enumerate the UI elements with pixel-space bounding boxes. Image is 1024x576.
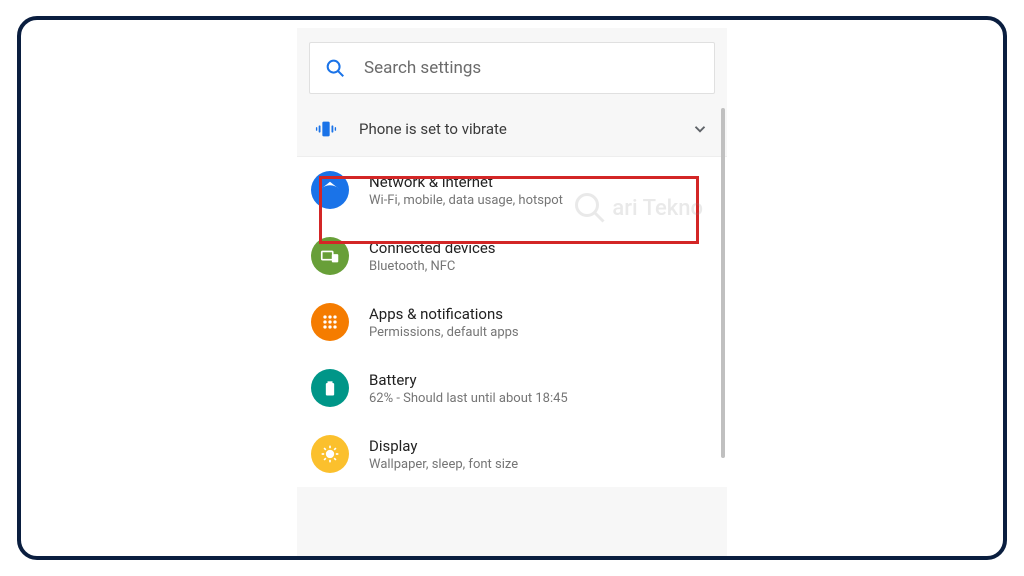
settings-screen: Search settings Phone is set to vibrate [297, 28, 727, 560]
outer-frame: Search settings Phone is set to vibrate [17, 16, 1007, 560]
item-subtitle: Permissions, default apps [369, 325, 519, 340]
settings-list: Network & internet Wi-Fi, mobile, data u… [297, 156, 727, 487]
item-title: Battery [369, 371, 568, 389]
item-subtitle: Wallpaper, sleep, font size [369, 457, 518, 472]
item-title: Connected devices [369, 239, 496, 257]
vibrate-icon [315, 118, 337, 140]
search-placeholder: Search settings [364, 58, 481, 78]
item-subtitle: Wi-Fi, mobile, data usage, hotspot [369, 193, 563, 208]
item-subtitle: Bluetooth, NFC [369, 259, 496, 274]
setting-item-connected-devices[interactable]: Connected devices Bluetooth, NFC [297, 223, 727, 289]
item-title: Network & internet [369, 173, 563, 191]
battery-icon [311, 369, 349, 407]
item-subtitle: 62% - Should last until about 18:45 [369, 391, 568, 406]
scrollbar[interactable] [721, 108, 725, 458]
setting-item-display[interactable]: Display Wallpaper, sleep, font size [297, 421, 727, 487]
item-title: Apps & notifications [369, 305, 519, 323]
search-bar[interactable]: Search settings [309, 42, 715, 94]
setting-item-battery[interactable]: Battery 62% - Should last until about 18… [297, 355, 727, 421]
setting-item-apps[interactable]: Apps & notifications Permissions, defaul… [297, 289, 727, 355]
vibrate-status-text: Phone is set to vibrate [359, 120, 691, 138]
vibrate-status-row[interactable]: Phone is set to vibrate [297, 102, 727, 156]
apps-icon [311, 303, 349, 341]
wifi-icon [311, 171, 349, 209]
search-icon [324, 57, 346, 79]
setting-item-network[interactable]: Network & internet Wi-Fi, mobile, data u… [297, 157, 727, 223]
display-icon [311, 435, 349, 473]
item-title: Display [369, 437, 518, 455]
chevron-down-icon[interactable] [691, 120, 709, 138]
devices-icon [311, 237, 349, 275]
